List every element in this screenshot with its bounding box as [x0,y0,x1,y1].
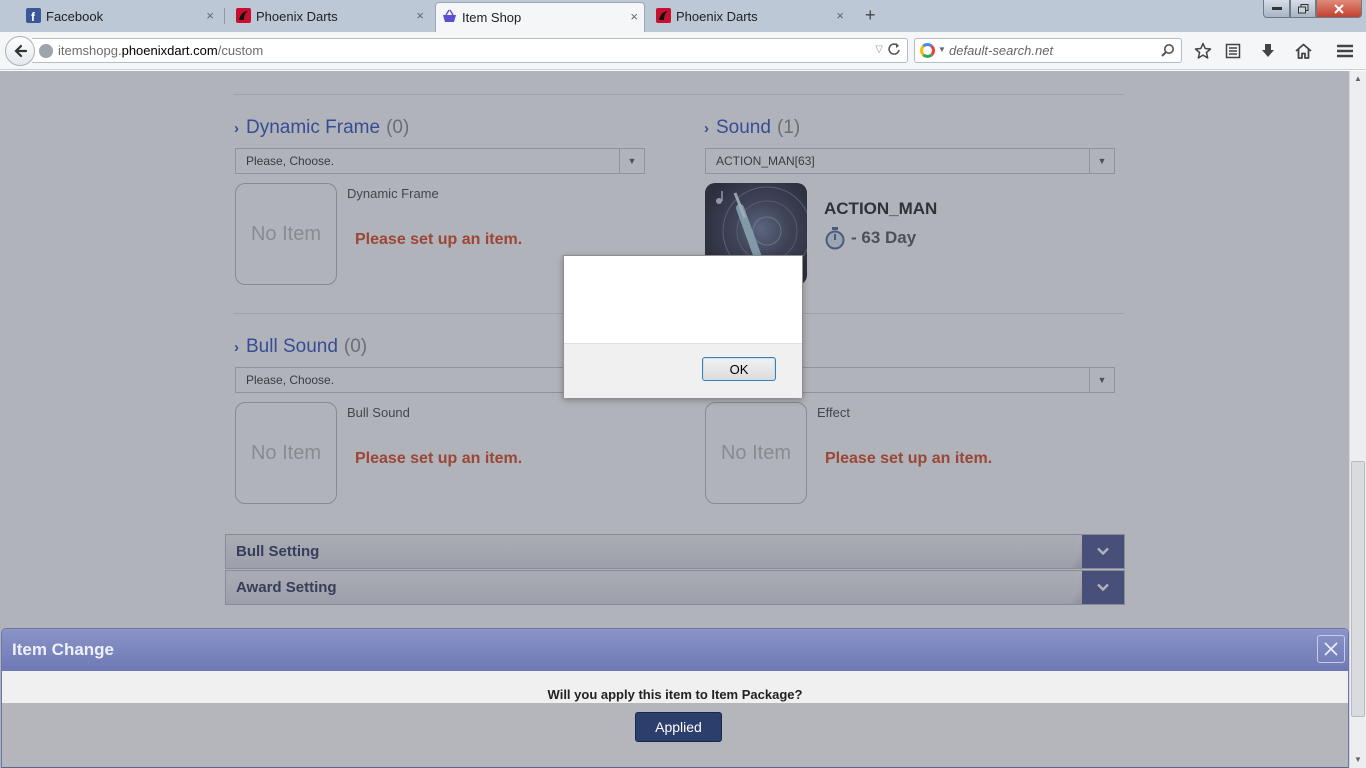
search-engine-icon[interactable] [920,43,935,58]
chevron-down-icon[interactable]: ▼ [938,45,946,54]
phoenix-logo-icon [656,8,671,23]
window-controls [1263,0,1362,18]
back-arrow-icon [14,44,28,58]
scrollbar-thumb[interactable] [1351,461,1365,717]
alert-dialog: OK [563,255,803,398]
facebook-icon: f [26,8,41,24]
url-bar[interactable]: itemshopg. phoenixdart.com/custom ▽ [32,38,908,63]
close-icon[interactable]: × [206,9,214,23]
reload-icon[interactable] [887,42,901,59]
navigation-bar: itemshopg. phoenixdart.com/custom ▽ ▼ def… [0,32,1366,70]
download-icon[interactable] [1258,41,1278,61]
window-close-icon[interactable] [1316,0,1362,18]
item-change-title: Item Change [12,640,115,659]
new-tab-button[interactable]: + [865,6,876,24]
home-icon[interactable] [1293,41,1313,61]
tab-label: Item Shop [462,10,522,25]
bookmarks-list-icon[interactable] [1223,41,1243,61]
close-icon[interactable]: × [630,10,638,24]
menu-icon[interactable] [1335,41,1355,61]
item-change-header: Item Change [2,629,1348,671]
tab-strip: f Facebook × Phoenix Darts × Item Shop ×… [0,0,1366,32]
close-icon[interactable] [1317,635,1345,663]
back-button[interactable] [5,36,35,66]
vertical-scrollbar[interactable]: ▲ ▼ [1349,71,1366,768]
globe-icon [39,44,53,58]
url-host: phoenixdart.com [121,43,218,58]
bookmark-star-icon[interactable] [1193,41,1213,61]
tab-label: Facebook [46,8,104,24]
minimize-icon[interactable] [1263,0,1290,18]
alert-message [564,256,802,343]
item-change-question: Will you apply this item to Item Package… [547,687,803,702]
scroll-up-arrow-icon[interactable]: ▲ [1350,71,1366,87]
tab-phoenix-darts-2[interactable]: Phoenix Darts × [650,2,850,30]
tab-facebook[interactable]: f Facebook × [20,2,220,30]
search-input[interactable]: ▼ default-search.net [914,38,1182,63]
scroll-down-arrow-icon[interactable]: ▼ [1350,752,1366,768]
url-history-dropdown-icon[interactable]: ▽ [875,44,883,55]
close-icon[interactable]: × [416,9,424,23]
url-subdomain: itemshopg. [58,43,122,58]
tab-label: Phoenix Darts [676,8,758,24]
restore-icon[interactable] [1290,0,1316,18]
tab-phoenix-darts-1[interactable]: Phoenix Darts × [230,2,430,30]
basket-icon [442,9,457,24]
ok-button[interactable]: OK [702,357,776,381]
search-icon[interactable] [1161,43,1175,60]
tab-label: Phoenix Darts [256,8,338,24]
item-change-panel: Item Change Will you apply this item to … [1,628,1349,768]
tab-item-shop[interactable]: Item Shop × [435,2,645,32]
applied-button[interactable]: Applied [635,712,722,742]
url-path: /custom [217,43,264,58]
search-placeholder: default-search.net [949,43,1054,58]
close-icon[interactable]: × [836,9,844,23]
tab-separator [224,8,225,24]
alert-footer: OK [564,343,802,398]
phoenix-logo-icon [236,8,251,23]
